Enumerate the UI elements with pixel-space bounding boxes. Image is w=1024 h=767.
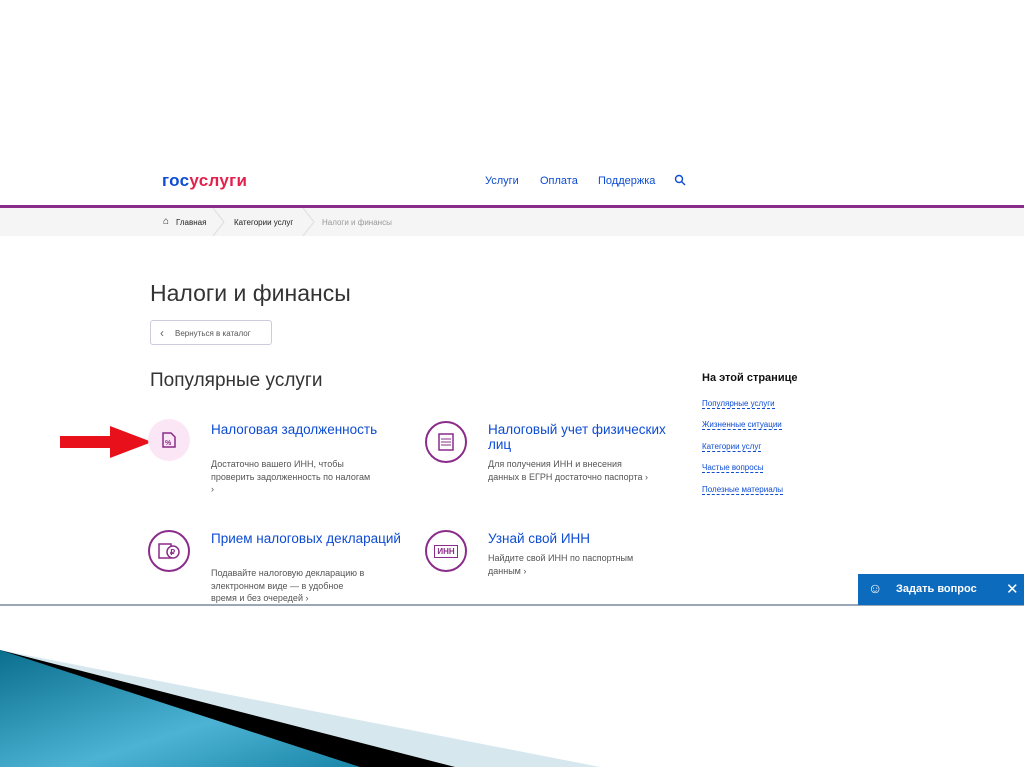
card-title-find-inn[interactable]: Узнай свой ИНН [488,531,678,546]
support-face-icon: ☺ [868,580,883,596]
breadcrumb-separator [302,208,315,236]
abacus-icon[interactable] [425,421,467,463]
nav-services[interactable]: Услуги [485,175,519,187]
red-arrow-annotation [60,426,152,458]
breadcrumb: ⌂ Главная Категории услуг Налоги и финан… [0,208,1024,236]
breadcrumb-categories[interactable]: Категории услуг [234,218,293,227]
svg-text:₽: ₽ [170,548,175,557]
breadcrumb-home[interactable]: Главная [176,218,206,227]
search-icon[interactable] [674,174,686,186]
svg-text:%: % [165,440,172,447]
card-desc: Достаточно вашего ИНН, чтобы проверить з… [211,459,371,494]
tax-debt-icon[interactable]: % [148,419,190,461]
sidebar-title: На этой странице [702,372,798,384]
nav-payment[interactable]: Оплата [540,175,578,187]
sidebar-link-popular[interactable]: Популярные услуги [702,399,775,409]
card-desc: Найдите свой ИНН по паспортным данным › [488,553,634,576]
slide-decoration [0,650,600,767]
back-to-catalog-button[interactable]: ‹ Вернуться в каталог [150,320,272,345]
breadcrumb-current: Налоги и финансы [322,218,392,227]
nav-support[interactable]: Поддержка [598,175,655,187]
card-title-tax-registration[interactable]: Налоговый учет физических лиц [488,422,678,452]
gosuslugi-logo[interactable]: госуслуги [162,171,247,191]
page-title: Налоги и финансы [150,280,351,306]
ask-question-button[interactable]: ☺ Задать вопрос ✕ [858,574,1024,605]
card-desc: Для получения ИНН и внесения данных в ЕГ… [488,459,648,482]
card-desc: Подавайте налоговую декларацию в электро… [211,568,365,603]
close-icon[interactable]: ✕ [1006,580,1019,598]
sidebar-link-faq[interactable]: Частые вопросы [702,463,764,473]
sidebar-link-life[interactable]: Жизненные ситуации [702,420,782,430]
sidebar-link-materials[interactable]: Полезные материалы [702,485,784,495]
browser-screenshot: госуслуги Услуги Оплата Поддержка ⌂ Глав… [0,0,1024,606]
breadcrumb-separator [212,208,225,236]
sidebar-link-categories[interactable]: Категории услуг [702,442,762,452]
card-title-tax-debt[interactable]: Налоговая задолженность [211,422,401,437]
inn-icon[interactable]: ИНН [425,530,467,572]
chevron-left-icon: ‹ [160,326,164,340]
home-icon: ⌂ [163,216,170,227]
declaration-ruble-icon[interactable]: ₽ [148,530,190,572]
card-title-declarations[interactable]: Прием налоговых деклараций [211,531,401,546]
section-title: Популярные услуги [150,370,323,391]
